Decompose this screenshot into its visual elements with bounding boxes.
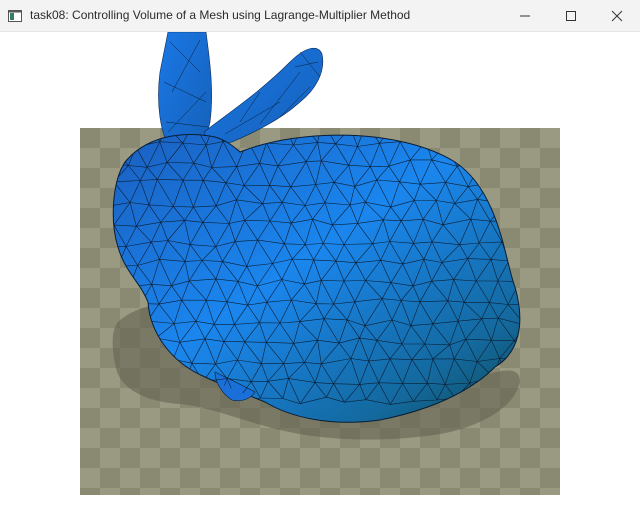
maximize-icon [566,11,576,21]
close-button[interactable] [594,0,640,32]
title-bar[interactable]: task08: Controlling Volume of a Mesh usi… [0,0,640,32]
minimize-button[interactable] [502,0,548,32]
close-icon [611,10,623,22]
maximize-button[interactable] [548,0,594,32]
minimize-icon [520,15,530,17]
viewport[interactable] [0,32,640,512]
window-app-icon [8,10,22,22]
scene-canvas [80,32,560,495]
window-title: task08: Controlling Volume of a Mesh usi… [30,8,411,22]
